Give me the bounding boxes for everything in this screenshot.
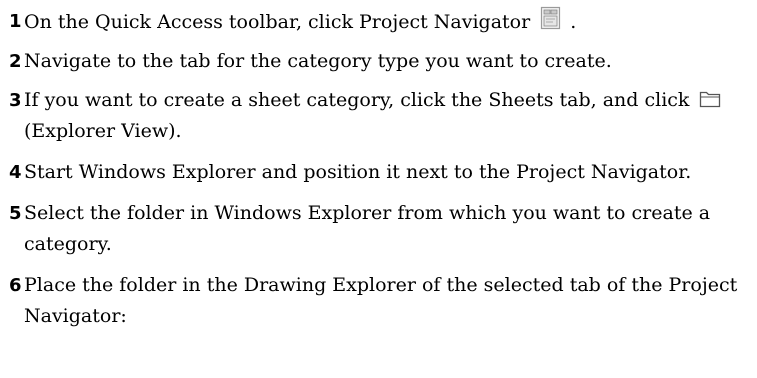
step-4: 4 Start Windows Explorer and position it… [9,157,749,188]
procedure-steps: 1 On the Quick Access toolbar, click Pro… [9,6,749,342]
step-text-end: (Explorer View). [24,120,182,142]
step-1: 1 On the Quick Access toolbar, click Pro… [9,6,749,38]
step-number: 1 [9,11,22,32]
step-6: 6 Place the folder in the Drawing Explor… [9,270,749,332]
step-number: 4 [9,162,22,183]
step-text: Navigate to the tab for the category typ… [24,50,612,72]
step-number: 5 [9,203,22,224]
step-number: 3 [9,90,22,111]
step-text: Place the folder in the Drawing Explorer… [24,274,738,327]
step-text: Start Windows Explorer and position it n… [24,161,692,183]
step-number: 6 [9,275,22,296]
step-number: 2 [9,51,22,72]
step-text: On the Quick Access toolbar, click Proje… [24,11,531,33]
step-2: 2 Navigate to the tab for the category t… [9,46,749,77]
explorer-view-icon [699,89,721,108]
step-text: Select the folder in Windows Explorer fr… [24,202,711,255]
step-text: If you want to create a sheet category, … [24,89,690,111]
step-3: 3 If you want to create a sheet category… [9,85,749,147]
project-navigator-icon [540,6,562,30]
step-text-end: . [570,11,577,33]
step-5: 5 Select the folder in Windows Explorer … [9,198,749,260]
